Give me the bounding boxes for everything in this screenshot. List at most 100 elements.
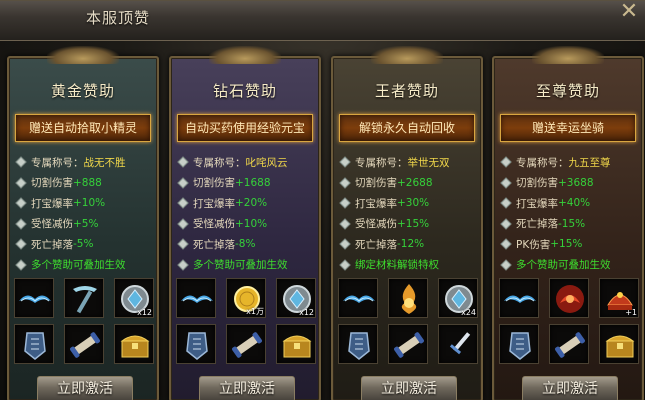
stat-value: -12% — [397, 238, 425, 251]
stat-value: 九五至尊 — [568, 156, 611, 169]
card-title: 钻石赞助 — [212, 82, 277, 100]
diamond-bullet-icon — [15, 218, 27, 230]
stat-value: +5% — [73, 217, 99, 230]
stat-note: 绑定材料解锁特权 — [339, 255, 481, 276]
item-quantity: x12 — [299, 308, 314, 317]
window-title: 本服顶赞 — [86, 9, 151, 27]
diamond-bullet-icon — [339, 218, 351, 230]
reward-slot[interactable] — [499, 278, 539, 318]
stat-value: +888 — [73, 176, 102, 189]
diamond-bullet-icon — [339, 156, 351, 168]
stat-label: 切割伤害 — [516, 177, 558, 190]
stat-label: 死亡掉落 — [31, 238, 73, 251]
diamond-bullet-icon — [339, 259, 351, 271]
reward-slot[interactable] — [64, 278, 104, 318]
stat-value: +10% — [235, 217, 268, 230]
reward-slot[interactable]: x24 — [438, 278, 478, 318]
diamond-bullet-icon — [177, 156, 189, 168]
activate-button[interactable]: 立即激活 — [37, 376, 133, 400]
stat-value: -5% — [73, 238, 94, 251]
stat-row: 受怪减伤 +5% — [15, 214, 157, 235]
stat-label: 打宝爆率 — [31, 197, 73, 210]
diamond-bullet-icon — [500, 218, 512, 230]
stat-row: 切割伤害 +1688 — [177, 173, 319, 194]
stat-value: +10% — [73, 197, 106, 210]
diamond-bullet-icon — [339, 197, 351, 209]
reward-slot[interactable] — [14, 278, 54, 318]
stat-value: +15% — [397, 217, 430, 230]
sponsor-card-king: 王者赞助解锁永久自动回收 专属称号： 举世无双 切割伤害 +2688 打宝爆率 … — [331, 46, 483, 400]
diamond-bullet-icon — [500, 177, 512, 189]
reward-slot[interactable] — [549, 324, 589, 364]
reward-slot[interactable] — [338, 278, 378, 318]
reward-slot[interactable] — [114, 324, 154, 364]
title-bar: 本服顶赞 ✕ — [0, 0, 645, 41]
sponsor-card-diamond: 钻石赞助自动买药使用经验元宝 专属称号： 叱咤风云 切割伤害 +1688 打宝爆… — [169, 46, 321, 400]
stat-row: 死亡掉落 -5% — [15, 234, 157, 255]
stat-label: PK伤害 — [516, 238, 551, 251]
reward-slot[interactable] — [599, 324, 639, 364]
reward-slot[interactable] — [226, 324, 266, 364]
reward-slot[interactable] — [276, 324, 316, 364]
stat-value: +2688 — [397, 176, 433, 189]
diamond-bullet-icon — [15, 156, 27, 168]
reward-slot[interactable] — [176, 324, 216, 364]
stat-value: -15% — [558, 217, 586, 230]
note-text: 多个赞助可叠加生效 — [193, 259, 288, 272]
stat-label: 死亡掉落 — [516, 218, 558, 231]
diamond-bullet-icon — [15, 197, 27, 209]
card-title: 至尊赞助 — [535, 82, 600, 100]
stat-value: +40% — [558, 197, 591, 210]
diamond-bullet-icon — [177, 238, 189, 250]
stat-label: 打宝爆率 — [355, 197, 397, 210]
reward-slot[interactable] — [388, 324, 428, 364]
stat-label: 打宝爆率 — [193, 197, 235, 210]
note-text: 多个赞助可叠加生效 — [31, 259, 126, 272]
note-text: 绑定材料解锁特权 — [355, 259, 439, 272]
card-title: 王者赞助 — [374, 82, 439, 100]
stat-label: 专属称号： — [355, 156, 408, 169]
reward-slot[interactable]: x12 — [276, 278, 316, 318]
activate-button[interactable]: 立即激活 — [199, 376, 295, 400]
reward-slot[interactable]: x12 — [114, 278, 154, 318]
reward-slot[interactable] — [64, 324, 104, 364]
reward-slot[interactable] — [388, 278, 428, 318]
stat-row: 专属称号： 九五至尊 — [500, 152, 642, 173]
activate-button[interactable]: 立即激活 — [361, 376, 457, 400]
stat-list: 专属称号： 举世无双 切割伤害 +2688 打宝爆率 +30% 受怪减伤 +15… — [339, 152, 481, 276]
sponsor-card-gold: 黄金赞助 赠送自动拾取小精灵 专属称号： 战无不胜 切割伤害 +888 打宝爆率 … — [7, 46, 159, 400]
reward-slot[interactable] — [176, 278, 216, 318]
sponsor-card-supreme: 至尊赞助 赠送幸运坐骑 专属称号： 九五至尊 切割伤害 +3688 打宝爆率 +4… — [492, 46, 644, 400]
stat-note: 多个赞助可叠加生效 — [177, 255, 319, 276]
close-icon[interactable]: ✕ — [614, 0, 644, 27]
perk-banner: 解锁永久自动回收 — [339, 114, 475, 142]
activate-button[interactable]: 立即激活 — [522, 376, 618, 400]
diamond-bullet-icon — [15, 238, 27, 250]
stat-label: 专属称号： — [516, 156, 569, 169]
note-text: 多个赞助可叠加生效 — [516, 259, 611, 272]
stat-label: 切割伤害 — [31, 177, 73, 190]
reward-slot[interactable]: x1万 — [226, 278, 266, 318]
diamond-bullet-icon — [177, 177, 189, 189]
stat-label: 受怪减伤 — [31, 218, 73, 231]
reward-slot[interactable]: +1 — [599, 278, 639, 318]
reward-slot[interactable] — [14, 324, 54, 364]
stat-row: 打宝爆率 +10% — [15, 193, 157, 214]
diamond-bullet-icon — [500, 238, 512, 250]
diamond-bullet-icon — [339, 177, 351, 189]
reward-slot[interactable] — [549, 278, 589, 318]
reward-slot[interactable] — [338, 324, 378, 364]
stat-value: 举世无双 — [407, 156, 450, 169]
perk-banner: 自动买药使用经验元宝 — [177, 114, 313, 142]
item-quantity: x12 — [137, 308, 152, 317]
diamond-bullet-icon — [15, 177, 27, 189]
stat-value: +3688 — [558, 176, 594, 189]
stat-row: 专属称号： 叱咤风云 — [177, 152, 319, 173]
reward-slot[interactable] — [499, 324, 539, 364]
item-quantity: x1万 — [246, 307, 264, 316]
reward-slot[interactable] — [438, 324, 478, 364]
stat-value: 叱咤风云 — [245, 156, 288, 169]
stat-value: +1688 — [235, 176, 271, 189]
stat-row: 专属称号： 举世无双 — [339, 152, 481, 173]
stat-label: 切割伤害 — [193, 177, 235, 190]
